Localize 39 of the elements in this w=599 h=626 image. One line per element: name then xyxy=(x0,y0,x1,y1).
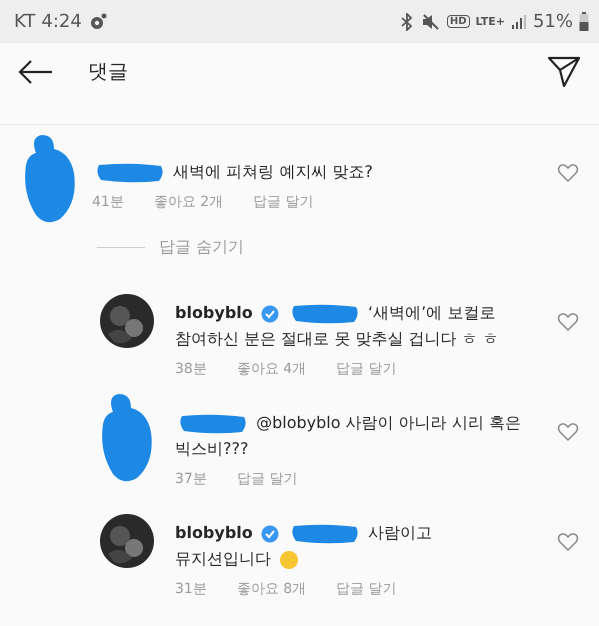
likes-count[interactable]: 좋아요 4개 xyxy=(236,360,306,378)
paper-plane-icon xyxy=(547,56,581,88)
mute-icon xyxy=(420,12,441,30)
comment-text: 사람이고 xyxy=(368,523,432,542)
reply-link[interactable]: 답글 달기 xyxy=(236,470,298,488)
comment-time: 38분 xyxy=(175,360,207,378)
hd-badge: HD xyxy=(446,15,470,28)
clock-time: 4:24 xyxy=(41,11,82,32)
page-title: 댓글 xyxy=(88,58,128,85)
network-label: LTE+ xyxy=(476,15,505,28)
battery-icon xyxy=(579,12,589,32)
carrier-label: KT xyxy=(14,11,36,32)
comment-text: 뮤지션입니다 xyxy=(175,549,271,568)
likes-count[interactable]: 좋아요 8개 xyxy=(236,580,306,598)
signal-icon xyxy=(510,14,527,30)
username[interactable]: blobyblo xyxy=(175,303,253,322)
bluetooth-icon xyxy=(398,12,415,30)
back-arrow-icon xyxy=(18,58,54,84)
comment-text: @blobyblo 사람이 아니라 시리 혹은 xyxy=(256,413,521,432)
comment-text: 새벽에 피쳐링 예지씨 맞죠? xyxy=(173,162,373,181)
likes-count[interactable]: 좋아요 2개 xyxy=(154,193,224,211)
comment-time: 37분 xyxy=(175,470,207,488)
avatar[interactable] xyxy=(100,514,154,568)
comment-time: 31분 xyxy=(175,580,207,598)
comment-text: 빅스비??? xyxy=(175,439,248,458)
reply-link[interactable]: 답글 달기 xyxy=(336,580,397,598)
username[interactable]: blobyblo xyxy=(175,523,253,542)
heart-icon xyxy=(557,312,579,332)
hide-replies-link[interactable]: 답글 숨기기 xyxy=(159,237,244,258)
comment-time: 41분 xyxy=(92,193,124,211)
comment-text: ‘새벽에’에 보컬로 xyxy=(368,303,496,322)
battery-percent: 51% xyxy=(532,11,573,32)
heart-icon xyxy=(557,422,579,442)
heart-icon xyxy=(557,163,579,183)
heart-icon xyxy=(557,532,579,552)
reply-link[interactable]: 답글 달기 xyxy=(336,360,397,378)
avatar[interactable] xyxy=(100,294,154,348)
reply-link[interactable]: 답글 달기 xyxy=(253,193,314,211)
comment-text: 참여하신 분은 절대로 못 맞추실 겁니다 ㅎ ㅎ xyxy=(175,329,499,348)
